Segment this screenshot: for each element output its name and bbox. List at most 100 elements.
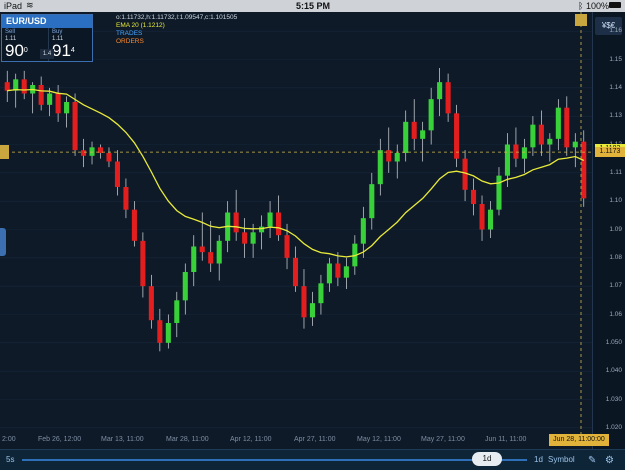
candle-down [199,246,205,253]
candle-down [411,121,417,139]
candle-down [148,286,154,321]
side-panel-tab[interactable] [0,228,6,256]
clock: 5:15 PM [296,1,331,11]
candle-up [182,272,188,301]
candle-up [174,300,180,323]
deal-ticket: EUR/USD Sell 1.11 900 Buy 1.11 914 1.4 [1,14,93,62]
candle-down [445,82,451,114]
candle-down [479,204,485,230]
x-tick-label: Apr 12, 11:00 [230,436,272,443]
candle-down [72,102,78,151]
candle-down [21,79,27,94]
ema-legend[interactable]: EMA 20 (1.1212) [116,22,237,30]
x-tick-label: Mar 13, 11:00 [101,436,144,443]
candles [4,68,587,352]
candle-up [343,266,349,278]
candle-up [64,102,70,114]
candle-down [123,187,129,210]
y-tick-label: 1.16 [609,27,622,35]
y-tick-label: 1.13 [609,112,622,120]
buy-price: 914 [52,41,75,60]
candle-down [242,232,248,244]
candle-up [496,175,502,210]
candle-down [55,93,61,114]
candle-up [165,323,171,343]
candle-down [114,161,120,187]
device-name: iPad [4,1,23,11]
candle-up [377,150,383,185]
candle-up [259,226,265,233]
y-tick-label: 1.040 [605,367,622,375]
candle-up [318,283,324,304]
candle-down [106,153,112,162]
candle-down [292,257,299,287]
wifi-icon: ≋ [26,0,34,10]
ema-line [7,88,585,258]
candle-up [487,209,494,230]
candle-up [394,153,400,162]
cursor-date-badge: Jun 28, 11:00:00 [549,434,609,446]
candle-up [250,232,256,244]
x-tick-label: Apr 27, 11:00 [294,436,336,443]
instrument-name[interactable]: EUR/USD [2,15,92,28]
y-tick-label: 1.11 [609,168,622,176]
ohlc-readout: o:1.11732,h:1.11732,l:1.09547,c:1.101505 [116,14,238,21]
candle-up [428,99,434,131]
candle-down [140,240,146,287]
candle-down [157,320,163,343]
candle-down [38,85,44,105]
buy-button[interactable]: Buy 1.11 914 [48,28,93,61]
x-tick-label: Jun 11, 11:00 [485,436,527,443]
chart-info: o:1.11732,h:1.11732,l:1.09547,c:1.101505… [116,14,237,46]
candle-down [471,189,477,204]
candle-up [555,107,561,139]
candle-down [233,212,239,233]
candle-up [547,138,553,145]
candle-up [216,240,222,264]
x-tick-label: Feb 26, 12:00 [38,436,82,443]
y-tick-label: 1.09 [609,225,622,233]
y-tick-label: 1.15 [609,55,622,63]
candle-up [89,147,95,156]
candle-up [420,130,426,139]
candle-up [360,218,366,244]
candle-up [572,141,578,148]
battery-icon [609,2,621,8]
bluetooth-icon: ᛒ [578,1,584,11]
time-axis: 2:00 Feb 26, 12:00 Mar 13, 11:00 Mar 28,… [0,434,592,447]
draw-tool-icon[interactable]: ✎ [588,455,596,466]
y-tick-label: 1.020 [605,423,622,431]
price-chart[interactable] [0,12,592,434]
period-button[interactable]: 1d [534,455,543,464]
y-tick-label: 1.08 [609,253,622,261]
candle-down [131,209,137,241]
candle-up [403,121,409,153]
x-tick-label: May 12, 11:00 [357,436,401,443]
price-axis[interactable]: ¥$€ 1.161.151.141.131.121.111.101.091.08… [592,12,625,449]
trades-legend[interactable]: TRADES [116,30,237,38]
candle-up [521,147,527,159]
price-line-handle[interactable] [0,145,9,160]
candle-up [191,246,197,272]
orders-legend[interactable]: ORDERS [116,38,237,46]
y-tick-label: 1.10 [609,197,622,205]
symbol-button[interactable]: Symbol [548,455,575,464]
candle-up [309,303,315,318]
settings-icon[interactable]: ⚙ [605,455,614,466]
candle-up [326,263,332,284]
x-tick-label: May 27, 11:00 [421,436,465,443]
timeframe-slider-knob[interactable]: 1d [472,452,502,466]
candle-up [530,124,536,148]
candle-up [504,144,510,176]
y-tick-label: 1.07 [609,282,622,290]
candle-down [276,212,282,236]
candle-down [284,235,290,258]
timeframe-slider[interactable] [22,459,527,461]
candle-up [47,93,53,105]
candle-down [581,141,587,199]
candle-down [564,107,570,148]
sell-label: Sell [5,29,16,35]
crosshair-handle-top[interactable] [575,14,587,26]
candle-down [335,263,341,278]
min-timeframe-label: 5s [6,455,15,464]
